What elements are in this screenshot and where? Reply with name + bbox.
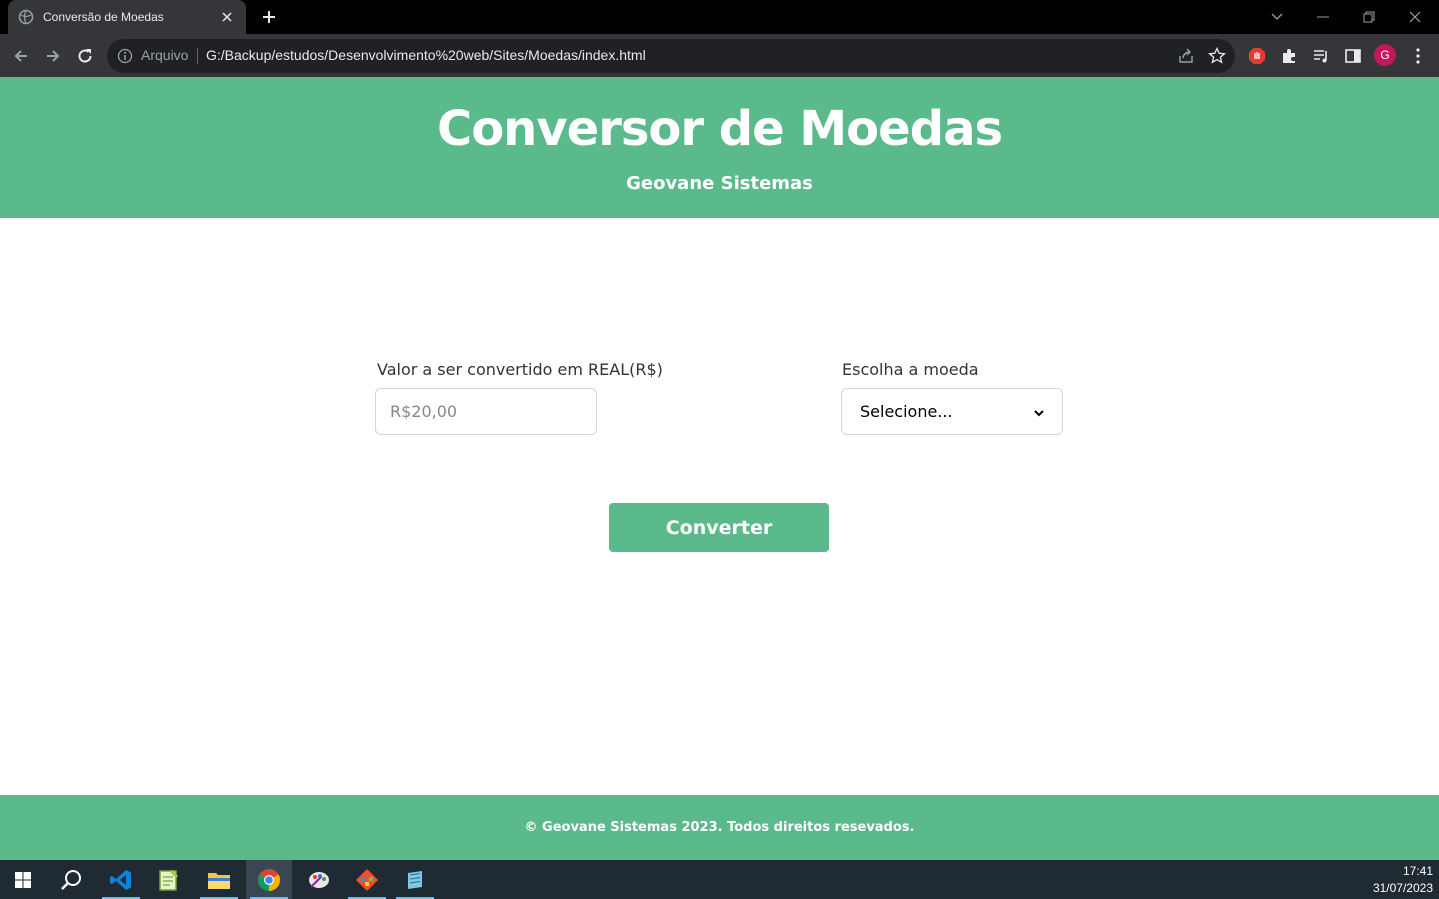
new-tab-icon[interactable] [258, 6, 280, 28]
page-footer: © Geovane Sistemas 2023. Todos direitos … [0, 795, 1439, 860]
chevron-down-icon [1034, 402, 1044, 421]
currency-selected-value: Selecione... [860, 402, 953, 421]
address-bar[interactable]: Arquivo G:/Backup/estudos/Desenvolviment… [107, 39, 1235, 73]
convert-button[interactable]: Converter [609, 503, 829, 552]
reload-icon[interactable] [73, 44, 97, 68]
clock-date: 31/07/2023 [1372, 881, 1433, 895]
tab-search-icon[interactable] [1266, 6, 1288, 28]
restore-icon[interactable] [1358, 6, 1380, 28]
windows-taskbar: 17:41 31/07/2023 [0, 860, 1439, 899]
footer-copyright: © Geovane Sistemas 2023. Todos direitos … [524, 820, 915, 835]
close-tab-icon[interactable] [218, 8, 236, 26]
omnibox-divider [197, 48, 198, 64]
amount-input[interactable] [375, 388, 597, 435]
info-icon[interactable] [117, 48, 133, 64]
media-control-icon[interactable] [1309, 44, 1333, 68]
start-icon[interactable] [0, 860, 46, 899]
clock-time: 17:41 [1402, 864, 1433, 878]
bookmark-star-icon[interactable] [1208, 46, 1226, 65]
tab-title: Conversão de Moedas [43, 10, 164, 24]
minimize-icon[interactable] [1312, 6, 1334, 28]
extensions-puzzle-icon[interactable] [1277, 44, 1301, 68]
page-subtitle: Geovane Sistemas [626, 173, 813, 194]
system-clock[interactable]: 17:41 31/07/2023 [1373, 863, 1433, 897]
page-header: Conversor de Moedas Geovane Sistemas [0, 77, 1439, 218]
browser-tabstrip: Conversão de Moedas [0, 0, 1439, 34]
vscode-icon[interactable] [98, 860, 144, 899]
search-icon[interactable] [48, 860, 94, 899]
profile-avatar[interactable]: G [1374, 44, 1396, 66]
chrome-icon[interactable] [246, 860, 292, 899]
amount-label: Valor a ser convertido em REAL(R$) [377, 360, 663, 379]
page-title: Conversor de Moedas [436, 101, 1003, 157]
close-window-icon[interactable] [1404, 6, 1426, 28]
security-label: Arquivo [141, 47, 189, 63]
browser-toolbar: Arquivo G:/Backup/estudos/Desenvolviment… [0, 34, 1439, 77]
notes-app-icon[interactable] [392, 860, 438, 899]
browser-tab[interactable]: Conversão de Moedas [8, 0, 246, 34]
paint-app-icon[interactable] [296, 860, 342, 899]
adblock-extension-icon[interactable] [1245, 44, 1269, 68]
notepad-plus-icon[interactable] [146, 860, 192, 899]
side-panel-icon[interactable] [1341, 44, 1365, 68]
back-icon[interactable] [9, 44, 33, 68]
currency-select[interactable]: Selecione... [841, 388, 1063, 435]
share-icon[interactable] [1177, 47, 1195, 65]
menu-kebab-icon[interactable] [1406, 44, 1430, 68]
forward-icon[interactable] [41, 44, 65, 68]
file-explorer-icon[interactable] [196, 860, 242, 899]
currency-label: Escolha a moeda [842, 360, 979, 379]
url-text[interactable]: G:/Backup/estudos/Desenvolvimento%20web/… [206, 47, 646, 63]
globe-icon [18, 9, 34, 25]
git-icon[interactable] [344, 860, 390, 899]
